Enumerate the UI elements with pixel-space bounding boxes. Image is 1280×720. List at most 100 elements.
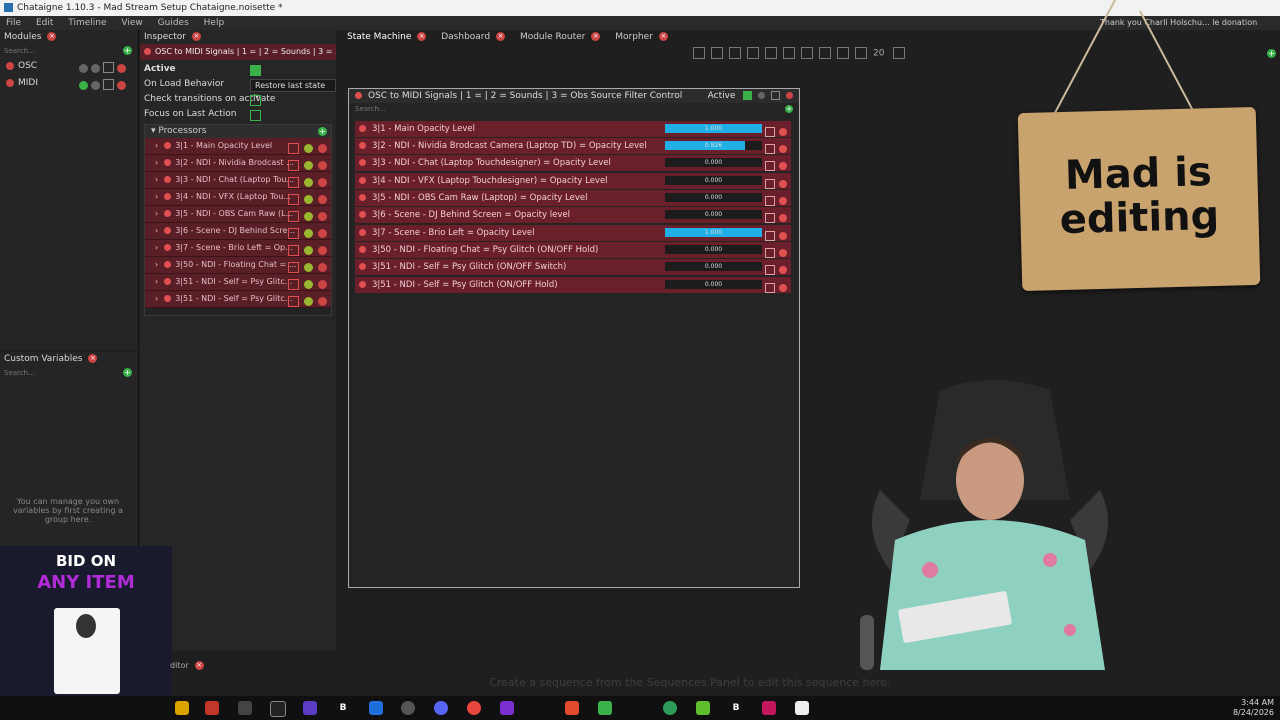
remove-icon[interactable] (318, 144, 327, 153)
menu-guides[interactable]: Guides (158, 18, 189, 28)
menu-view[interactable]: View (121, 18, 142, 28)
distribute-h-icon[interactable] (801, 47, 813, 59)
action-row[interactable]: 3|1 - Main Opacity Level 1.000 (355, 121, 791, 137)
chevron-right-icon[interactable]: › (155, 158, 158, 167)
remove-icon[interactable] (318, 178, 327, 187)
close-icon[interactable]: × (417, 32, 427, 41)
action-progress-bar[interactable]: 1.000 (665, 228, 762, 237)
remove-icon[interactable] (318, 297, 327, 306)
processor-active-icon[interactable] (304, 178, 313, 187)
module-midi[interactable]: MIDI (0, 75, 138, 92)
processor-toggle[interactable] (288, 262, 299, 273)
add-module-icon[interactable]: + (123, 46, 132, 55)
action-toggle[interactable] (765, 264, 775, 275)
processor-toggle[interactable] (288, 143, 299, 154)
align-right-icon[interactable] (729, 47, 741, 59)
state-node-window[interactable]: OSC to MIDI Signals | 1 = | 2 = Sounds |… (348, 88, 800, 588)
remove-icon[interactable] (779, 179, 787, 188)
remove-icon[interactable] (318, 195, 327, 204)
align-middle-icon[interactable] (765, 47, 777, 59)
focus-last-action-checkbox[interactable] (250, 109, 261, 124)
custom-variables-search[interactable]: Search... (4, 369, 35, 377)
state-active-toggle[interactable] (743, 91, 753, 100)
processor-enable-icon[interactable] (164, 193, 172, 200)
chrome-icon[interactable] (467, 701, 481, 715)
chevron-right-icon[interactable]: › (155, 294, 158, 303)
modules-search[interactable]: Search... (4, 47, 35, 55)
close-icon[interactable]: × (194, 661, 204, 670)
app-icon[interactable] (303, 701, 317, 715)
app-icon[interactable] (205, 701, 219, 715)
processor-item[interactable]: › 3|51 - NDI - Self = Psy Glitc... (145, 274, 331, 291)
action-toggle[interactable] (765, 212, 775, 223)
distribute-v-icon[interactable] (819, 47, 831, 59)
grid-toggle-icon[interactable] (893, 47, 906, 59)
menu-timeline[interactable]: Timeline (68, 18, 106, 28)
remove-icon[interactable] (779, 213, 787, 222)
processor-active-icon[interactable] (304, 144, 313, 153)
remove-icon[interactable] (117, 81, 126, 90)
action-enable-icon[interactable] (359, 281, 366, 288)
menu-edit[interactable]: Edit (36, 18, 53, 28)
processor-enable-icon[interactable] (164, 159, 172, 166)
action-enable-icon[interactable] (359, 211, 366, 218)
processor-item[interactable]: › 3|6 - Scene - DJ Behind Scre... (145, 223, 331, 240)
remove-icon[interactable] (318, 161, 327, 170)
chevron-right-icon[interactable]: › (155, 175, 158, 184)
processor-toggle[interactable] (288, 194, 299, 205)
chevron-right-icon[interactable]: › (155, 192, 158, 201)
close-icon[interactable]: × (591, 32, 601, 41)
processor-enable-icon[interactable] (164, 278, 172, 285)
processor-enable-icon[interactable] (164, 210, 172, 217)
remove-icon[interactable] (779, 231, 787, 240)
action-toggle[interactable] (765, 230, 775, 241)
processor-enable-icon[interactable] (164, 295, 172, 302)
b-icon[interactable]: B (336, 701, 350, 715)
close-icon[interactable]: × (658, 32, 668, 41)
action-enable-icon[interactable] (359, 125, 366, 132)
chevron-right-icon[interactable]: › (155, 277, 158, 286)
action-row[interactable]: 3|6 - Scene - DJ Behind Screen = Opacity… (355, 207, 791, 223)
action-progress-bar[interactable]: 0.826 (665, 141, 762, 150)
close-icon[interactable]: × (191, 32, 201, 41)
align-bottom-icon[interactable] (783, 47, 795, 59)
processor-toggle[interactable] (288, 228, 299, 239)
action-progress-bar[interactable]: 0.000 (665, 158, 762, 167)
close-icon[interactable]: × (496, 32, 506, 41)
module-enable-icon[interactable] (6, 78, 14, 87)
action-row[interactable]: 3|2 - NDI - Nividia Brodcast Camera (Lap… (355, 138, 791, 154)
processor-item[interactable]: › 3|1 - Main Opacity Level (145, 138, 331, 155)
log-icon[interactable] (103, 62, 114, 73)
processor-enable-icon[interactable] (164, 176, 172, 183)
state-pin-icon[interactable] (758, 92, 766, 99)
processor-active-icon[interactable] (304, 280, 313, 289)
action-progress-bar[interactable]: 0.000 (665, 280, 762, 289)
processor-toggle[interactable] (288, 245, 299, 256)
grid-size-value[interactable]: 20 (873, 49, 884, 59)
action-enable-icon[interactable] (359, 177, 366, 184)
action-progress-bar[interactable]: 0.000 (665, 210, 762, 219)
action-row[interactable]: 3|5 - NDI - OBS Cam Raw (Laptop) = Opaci… (355, 190, 791, 206)
module-osc[interactable]: OSC (0, 58, 138, 75)
system-clock[interactable]: 3:44 AM 8/24/2026 (1233, 698, 1274, 718)
align-center-icon[interactable] (711, 47, 723, 59)
obs-icon[interactable] (401, 701, 415, 715)
action-toggle[interactable] (765, 143, 775, 154)
action-progress-bar[interactable]: 0.000 (665, 193, 762, 202)
grid-icon[interactable] (837, 47, 849, 59)
snap-icon[interactable] (855, 47, 867, 59)
state-minimize-icon[interactable] (771, 91, 781, 100)
action-enable-icon[interactable] (359, 194, 366, 201)
menu-help[interactable]: Help (204, 18, 225, 28)
action-row[interactable]: 3|4 - NDI - VFX (Laptop Touchdesigner) =… (355, 173, 791, 189)
remove-icon[interactable] (779, 161, 787, 170)
processor-item[interactable]: › 3|5 - NDI - OBS Cam Raw (L... (145, 206, 331, 223)
remove-icon[interactable] (318, 246, 327, 255)
processor-toggle[interactable] (288, 160, 299, 171)
x-icon[interactable] (270, 701, 286, 717)
tab-state-machine[interactable]: State Machine × (343, 32, 430, 42)
processor-enable-icon[interactable] (164, 227, 172, 234)
action-toggle[interactable] (765, 195, 775, 206)
add-state-icon[interactable]: + (1267, 49, 1276, 58)
action-row[interactable]: 3|50 - NDI - Floating Chat = Psy Glitch … (355, 242, 791, 258)
